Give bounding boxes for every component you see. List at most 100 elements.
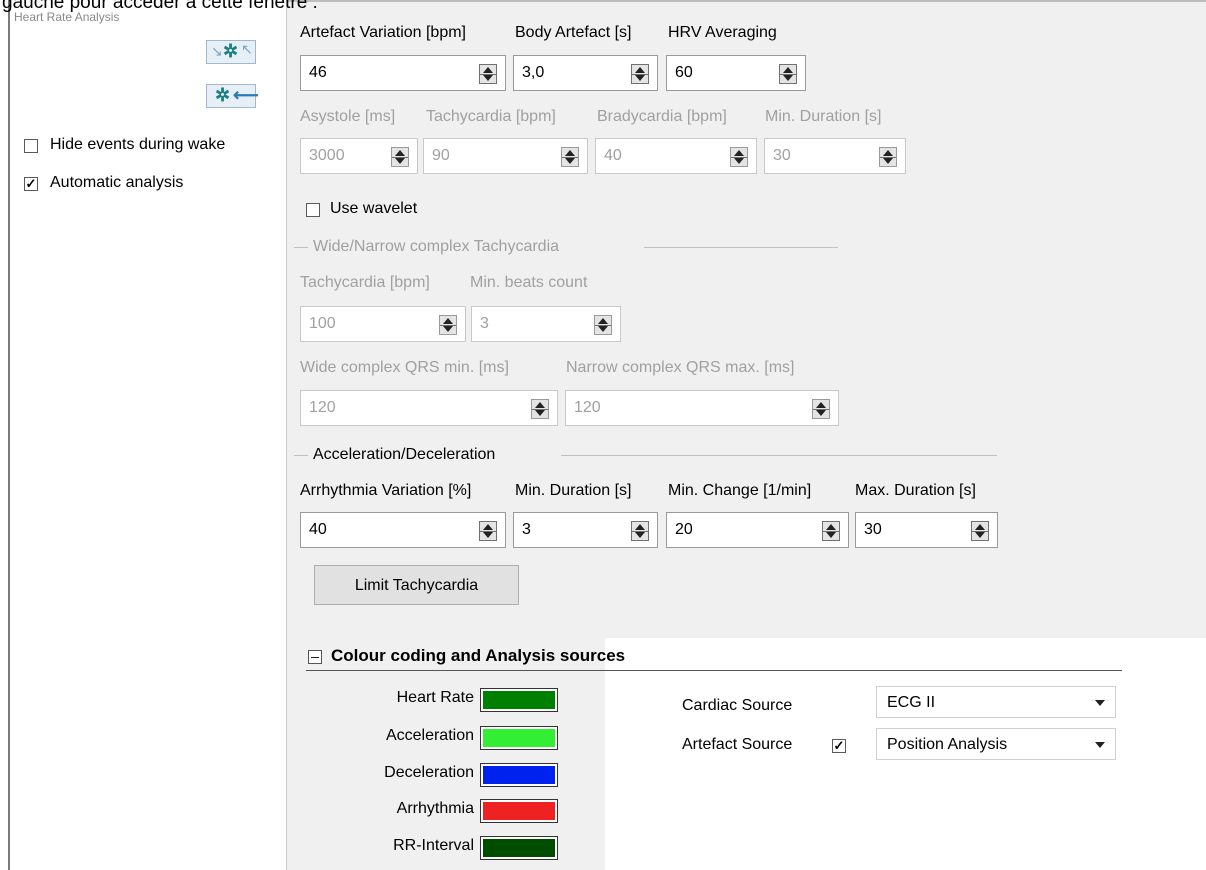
body-artefact-label: Body Artefact [s]	[515, 24, 632, 41]
bradycardia-stepper[interactable]: 40	[595, 138, 757, 174]
artefact-source-select[interactable]: Position Analysis	[876, 728, 1116, 760]
rr-interval-label: RR-Interval	[393, 837, 474, 854]
spin-buttons[interactable]	[631, 64, 649, 84]
cardiac-source-value: ECG II	[887, 694, 936, 711]
collapse-toggle[interactable]	[308, 650, 322, 664]
cardiac-source-select[interactable]: ECG II	[876, 686, 1116, 718]
arrhythmia-variation-stepper[interactable]: 40	[300, 512, 506, 548]
accel-min-duration-stepper[interactable]: 3	[513, 512, 658, 548]
wn-tachycardia-label: Tachycardia [bpm]	[300, 274, 430, 291]
spin-buttons[interactable]	[779, 64, 797, 84]
overlay-caption: gauche pour accéder à cette fenêtre :	[2, 0, 318, 13]
arrhythmia-variation-label: Arrhythmia Variation [%]	[300, 482, 472, 499]
spin-buttons[interactable]	[439, 315, 457, 335]
gear-icon: ✲	[223, 41, 239, 61]
accel-min-duration-label: Min. Duration [s]	[515, 482, 632, 499]
spin-buttons[interactable]	[391, 147, 409, 167]
stepper-value: 120	[309, 399, 336, 416]
hrv-averaging-stepper[interactable]: 60	[666, 55, 806, 91]
min-duration-stepper[interactable]: 30	[764, 138, 906, 174]
use-wavelet-label: Use wavelet	[330, 200, 418, 217]
heart-rate-label: Heart Rate	[396, 689, 474, 706]
spin-buttons[interactable]	[479, 64, 497, 84]
stepper-value: 120	[574, 399, 601, 416]
stepper-value: 30	[773, 147, 791, 164]
min-change-stepper[interactable]: 20	[666, 512, 849, 548]
spin-buttons[interactable]	[971, 521, 989, 541]
arrhythmia-label: Arrhythmia	[396, 800, 474, 817]
artefact-source-label: Artefact Source	[682, 736, 793, 753]
stepper-value: 3	[522, 521, 531, 538]
stepper-value: 30	[864, 521, 882, 538]
artefact-source-checkbox[interactable]: ✓	[832, 739, 846, 753]
hide-events-label: Hide events during wake	[50, 136, 226, 153]
spin-buttons[interactable]	[812, 399, 830, 419]
apply-settings-button[interactable]: ✲ ⟵	[206, 84, 259, 108]
arrow-left-icon: ⟵	[233, 85, 259, 105]
spin-buttons[interactable]	[531, 399, 549, 419]
max-duration-label: Max. Duration [s]	[855, 482, 976, 499]
bradycardia-label: Bradycardia [bpm]	[597, 108, 727, 125]
wide-qrs-label: Wide complex QRS min. [ms]	[300, 359, 509, 376]
spin-buttons[interactable]	[594, 315, 612, 335]
spin-buttons[interactable]	[561, 147, 579, 167]
asystole-stepper[interactable]: 3000	[300, 138, 418, 174]
tachycardia-stepper[interactable]: 90	[423, 138, 588, 174]
group-divider	[644, 247, 838, 248]
wn-tachycardia-stepper[interactable]: 100	[300, 306, 466, 342]
hrv-averaging-label: HRV Averaging	[668, 24, 777, 41]
min-beats-stepper[interactable]: 3	[471, 306, 621, 342]
stepper-value: 46	[309, 64, 327, 81]
artefact-variation-label: Artefact Variation [bpm]	[300, 24, 466, 41]
acceleration-label: Acceleration	[385, 727, 474, 744]
stepper-value: 3000	[309, 147, 345, 164]
tachycardia-label: Tachycardia [bpm]	[426, 108, 556, 125]
cardiac-source-label: Cardiac Source	[682, 697, 793, 714]
gear-icon: ✲	[215, 85, 231, 105]
heart-rate-color-swatch[interactable]	[480, 688, 558, 712]
stepper-value: 100	[309, 315, 336, 332]
min-change-label: Min. Change [1/min]	[668, 482, 812, 499]
stepper-value: 90	[432, 147, 450, 164]
arrow-out-icon: ↖	[241, 41, 253, 57]
max-duration-stepper[interactable]: 30	[855, 512, 998, 548]
left-panel: Heart Rate Analysis ↘ ✲ ↖ ✲ ⟵ Hide event…	[8, 0, 286, 870]
spin-buttons[interactable]	[479, 521, 497, 541]
deceleration-label: Deceleration	[384, 764, 474, 781]
body-artefact-stepper[interactable]: 3,0	[513, 55, 658, 91]
colour-section-title: Colour coding and Analysis sources	[331, 646, 626, 665]
load-settings-button[interactable]: ↘ ✲ ↖	[206, 40, 256, 64]
min-duration-label: Min. Duration [s]	[765, 108, 882, 125]
stepper-value: 3,0	[522, 64, 545, 81]
wide-qrs-stepper[interactable]: 120	[300, 390, 558, 426]
limit-tachycardia-label: Limit Tachycardia	[354, 577, 479, 594]
spin-buttons[interactable]	[822, 521, 840, 541]
spin-buttons[interactable]	[730, 147, 748, 167]
spin-buttons[interactable]	[879, 147, 897, 167]
wide-narrow-group-title: Wide/Narrow complex Tachycardia	[313, 238, 560, 255]
narrow-qrs-stepper[interactable]: 120	[565, 390, 839, 426]
stepper-value: 40	[309, 521, 327, 538]
chevron-down-icon	[1095, 742, 1105, 748]
group-divider	[561, 455, 997, 456]
accel-group-title: Acceleration/Deceleration	[313, 446, 496, 463]
asystole-label: Asystole [ms]	[300, 108, 396, 125]
narrow-qrs-label: Narrow complex QRS max. [ms]	[566, 359, 795, 376]
stepper-value: 60	[675, 64, 693, 81]
min-beats-count-label: Min. beats count	[470, 274, 588, 291]
deceleration-color-swatch[interactable]	[480, 763, 558, 787]
limit-tachycardia-button[interactable]: Limit Tachycardia	[314, 565, 519, 605]
automatic-analysis-checkbox[interactable]: ✓	[24, 177, 38, 191]
spin-buttons[interactable]	[631, 521, 649, 541]
automatic-analysis-label: Automatic analysis	[50, 174, 184, 191]
artefact-variation-stepper[interactable]: 46	[300, 55, 506, 91]
hide-events-checkbox[interactable]	[24, 139, 38, 153]
use-wavelet-checkbox[interactable]	[306, 203, 320, 217]
group-divider	[294, 247, 308, 248]
arrhythmia-color-swatch[interactable]	[480, 799, 558, 823]
acceleration-color-swatch[interactable]	[480, 726, 558, 750]
group-divider	[294, 455, 308, 456]
colour-panel-bg	[286, 636, 605, 870]
artefact-source-value: Position Analysis	[887, 736, 1008, 753]
rr-interval-color-swatch[interactable]	[480, 836, 558, 860]
